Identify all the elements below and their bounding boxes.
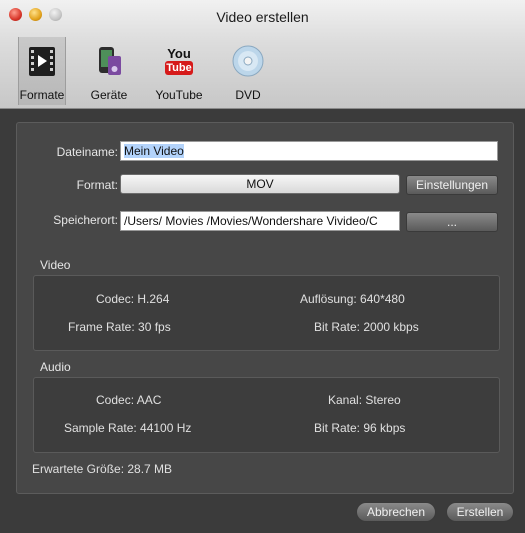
title-bar: Video erstellen Formate Geräte You Tube …	[0, 0, 525, 109]
filename-label: Dateiname:	[56, 145, 118, 159]
toolbar-geraete[interactable]: Geräte	[86, 37, 132, 105]
window-title: Video erstellen	[216, 9, 309, 25]
toolbar-label: Geräte	[90, 88, 128, 102]
toolbar-formate[interactable]: Formate	[18, 37, 66, 105]
dvd-icon	[232, 45, 264, 77]
expected-size: Erwartete Größe: 28.7 MB	[32, 462, 173, 476]
cancel-button[interactable]: Abbrechen	[356, 502, 436, 522]
audio-sample-rate: Sample Rate: 44100 Hz	[64, 421, 192, 435]
toolbar-label: YouTube	[155, 88, 203, 102]
toolbar-youtube[interactable]: You Tube YouTube	[150, 37, 208, 105]
youtube-icon-text-bottom: Tube	[165, 61, 193, 75]
audio-info-box	[33, 377, 500, 453]
device-icon	[99, 47, 121, 75]
audio-channel: Kanal: Stereo	[328, 393, 401, 407]
video-codec: Codec: H.264	[96, 292, 170, 306]
youtube-icon-text-top: You	[167, 46, 191, 61]
film-icon	[29, 47, 55, 76]
browse-button[interactable]: ...	[406, 212, 498, 232]
video-info-box	[33, 275, 500, 351]
toolbar-label: Formate	[19, 88, 65, 102]
video-resolution: Auflösung: 640*480	[300, 292, 405, 306]
filename-field[interactable]: Mein Video	[120, 141, 498, 161]
audio-bit-rate: Bit Rate: 96 kbps	[314, 421, 406, 435]
format-label: Format:	[76, 178, 118, 192]
dialog-window: Video erstellen Formate Geräte You Tube …	[0, 0, 525, 533]
video-bit-rate: Bit Rate: 2000 kbps	[314, 320, 419, 334]
settings-button[interactable]: Einstellungen	[406, 175, 498, 195]
audio-codec: Codec: AAC	[96, 393, 162, 407]
filename-value: Mein Video	[124, 144, 184, 158]
create-button[interactable]: Erstellen	[446, 502, 514, 522]
video-section-title: Video	[40, 258, 71, 272]
location-label: Speicherort:	[53, 213, 118, 227]
location-field[interactable]: /Users/ Movies /Movies/Wondershare Vivid…	[120, 211, 400, 231]
video-frame-rate: Frame Rate: 30 fps	[68, 320, 171, 334]
audio-section-title: Audio	[40, 360, 71, 374]
toolbar-label: DVD	[235, 88, 261, 102]
toolbar-dvd[interactable]: DVD	[226, 37, 270, 105]
youtube-icon: You Tube	[162, 44, 196, 78]
format-select[interactable]: MOV	[120, 174, 400, 194]
